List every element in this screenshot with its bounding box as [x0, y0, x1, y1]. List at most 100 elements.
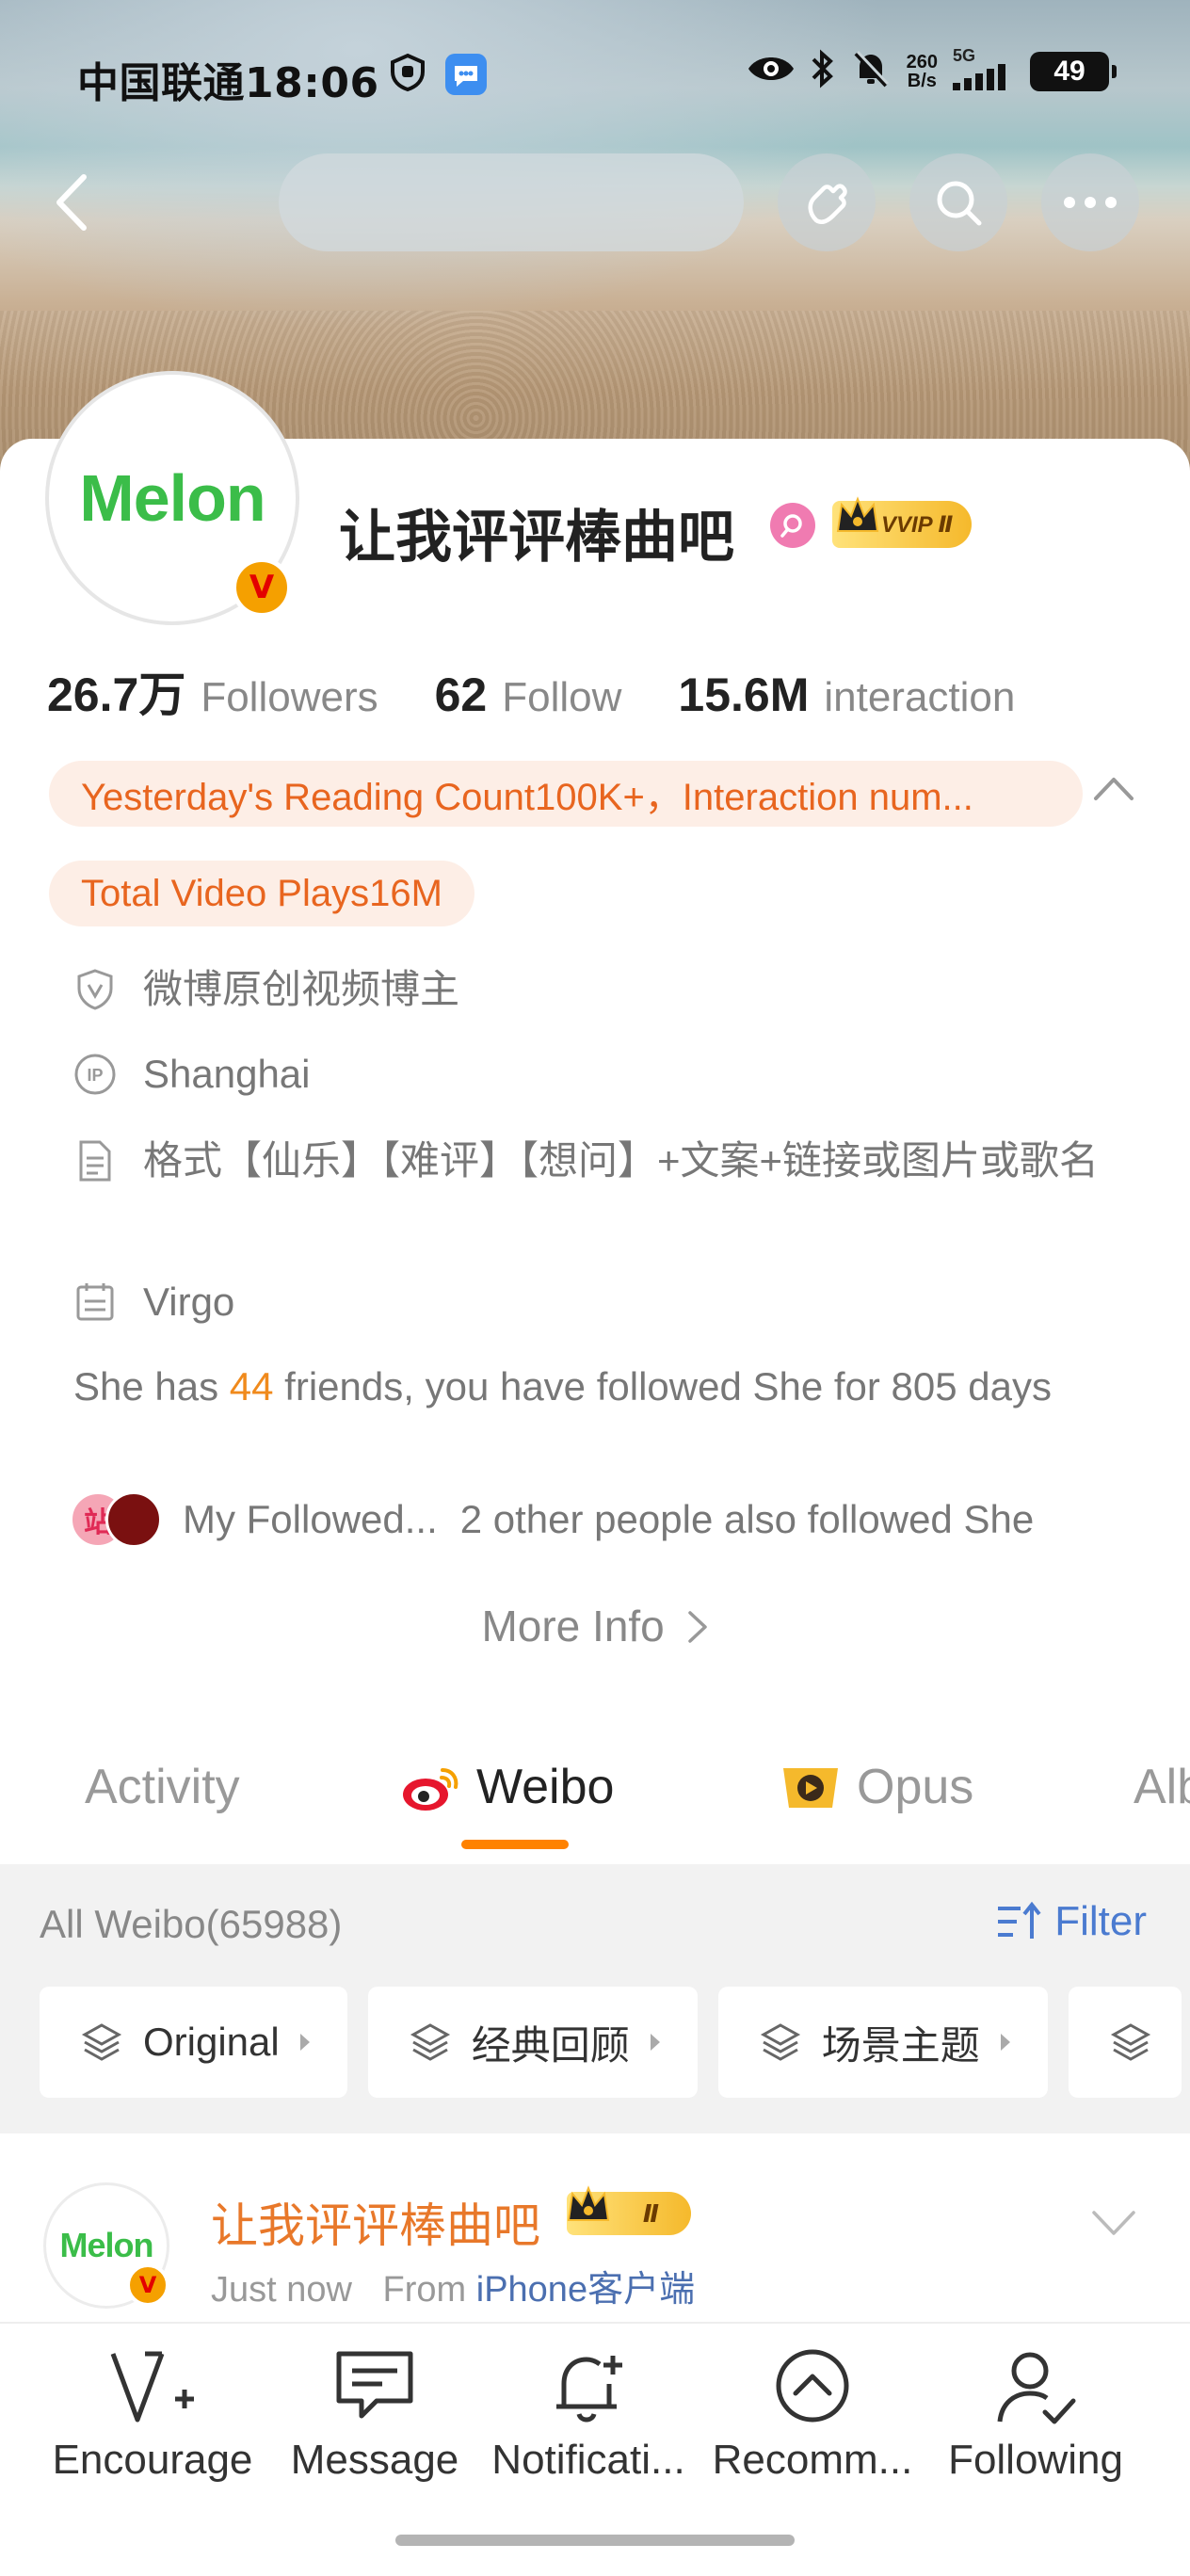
- message-icon: [336, 2351, 413, 2419]
- bottom-nav-label: Message: [290, 2437, 459, 2483]
- ip-row: IP Shanghai: [73, 1047, 1160, 1102]
- calendar-icon: [76, 1283, 114, 1321]
- network-type: 5G: [953, 46, 976, 65]
- mutual-followers-row[interactable]: 站 My Followed... 2 other people also fol…: [70, 1491, 1034, 1548]
- bottom-nav-label: Notificati...: [491, 2437, 685, 2483]
- chip-original[interactable]: Original: [40, 1987, 347, 2098]
- followers-label[interactable]: Followers: [201, 674, 378, 721]
- category-chips: Original 经典回顾 场景主题: [40, 1987, 1182, 2098]
- carrier-time: 中国联通18:06: [77, 59, 379, 107]
- chip-more[interactable]: [1068, 1987, 1182, 2098]
- encourage-icon: [110, 2351, 194, 2423]
- post-from-label: From: [382, 2270, 467, 2310]
- dropdown-arrow-icon: [650, 2034, 660, 2051]
- dropdown-arrow-icon: [299, 2034, 310, 2051]
- bio-text: 格式【仙乐】【难评】【想问】+文案+链接或图片或歌名: [143, 1138, 1100, 1183]
- post-vip-label: Ⅱ: [642, 2198, 659, 2228]
- layers-icon: [410, 2023, 450, 2061]
- net-speed-unit: B/s: [907, 70, 937, 91]
- filter-label: Filter: [1054, 1898, 1147, 1944]
- following-button[interactable]: Following: [932, 2346, 1139, 2484]
- message-button[interactable]: Message: [281, 2346, 469, 2484]
- tab-activity[interactable]: Activity: [85, 1759, 240, 1815]
- zodiac-text: Virgo: [143, 1280, 235, 1324]
- layers-icon: [760, 2023, 800, 2061]
- signal-icon: [953, 64, 1015, 95]
- follow-label[interactable]: Follow: [502, 674, 621, 721]
- video-plays-pill[interactable]: Total Video Plays16M: [49, 861, 474, 926]
- bell-muted-icon: [850, 48, 892, 94]
- friends-suffix: friends, you have followed She for 805 d…: [273, 1364, 1053, 1409]
- notification-button[interactable]: Notificati...: [480, 2346, 697, 2484]
- search-button[interactable]: [909, 153, 1007, 251]
- chip-label: 经典回顾: [471, 2022, 630, 2068]
- chip-classic-review[interactable]: 经典回顾: [367, 1987, 698, 2098]
- friends-line[interactable]: She has 44 friends, you have followed Sh…: [73, 1361, 1128, 1412]
- signal-group: 5G: [953, 47, 1015, 95]
- bio-row: 格式【仙乐】【难评】【想问】+文案+链接或图片或歌名: [73, 1134, 1160, 1188]
- layers-icon: [81, 2023, 122, 2061]
- net-speed-value: 260: [906, 51, 938, 72]
- tab-opus[interactable]: Opus: [778, 1759, 973, 1815]
- weibo-logo-icon: [403, 1768, 458, 1811]
- verified-mark: V: [138, 2272, 157, 2298]
- encourage-button[interactable]: Encourage: [47, 2346, 258, 2484]
- search-bar[interactable]: [279, 153, 744, 251]
- poke-button[interactable]: [778, 153, 876, 251]
- medal-icon[interactable]: [770, 503, 815, 548]
- post-card[interactable]: Melon V 让我评评棒曲吧 Ⅱ Just now From iPhone客户…: [0, 2133, 1190, 2322]
- all-weibo-count: All Weibo(65988): [40, 1902, 343, 1946]
- vvip-badge[interactable]: VVIP Ⅱ: [832, 496, 973, 548]
- stats-row: 26.7万 Followers 62 Follow 15.6M interact…: [47, 657, 1071, 725]
- back-button[interactable]: [38, 169, 104, 235]
- post-vip-badge[interactable]: Ⅱ: [567, 2185, 691, 2235]
- post-options-button[interactable]: [1090, 2209, 1137, 2242]
- dropdown-arrow-icon: [1000, 2034, 1010, 2051]
- crown-icon: [567, 2185, 610, 2221]
- chevron-right-icon: [687, 1611, 707, 1643]
- verified-badge: V: [126, 2263, 169, 2307]
- bluetooth-icon: [811, 48, 835, 94]
- tab-weibo[interactable]: Weibo: [401, 1759, 614, 1815]
- post-source[interactable]: iPhone客户端: [476, 2270, 695, 2310]
- post-author-name[interactable]: 让我评评棒曲吧: [211, 2188, 540, 2256]
- bottom-nav-label: Recomm...: [712, 2437, 913, 2483]
- followers-count[interactable]: 26.7万: [47, 657, 185, 725]
- more-button[interactable]: [1041, 153, 1139, 251]
- collapse-button[interactable]: [1092, 774, 1135, 807]
- chat-bubble-icon: [444, 53, 487, 95]
- interaction-label: interaction: [824, 674, 1016, 720]
- svg-text:IP: IP: [87, 1066, 103, 1085]
- chip-scene-theme[interactable]: 场景主题: [717, 1987, 1048, 2098]
- tab-label: Opus: [857, 1760, 974, 1814]
- home-indicator[interactable]: [395, 2535, 795, 2546]
- filter-button[interactable]: Filter: [996, 1898, 1147, 1945]
- ip-location-icon: IP: [74, 1054, 116, 1095]
- chevron-up-icon: [1094, 778, 1134, 800]
- reading-count-pill[interactable]: Yesterday's Reading Count100K+，Interacti…: [49, 761, 1083, 827]
- follow-count[interactable]: 62: [435, 668, 488, 722]
- battery-indicator: 49: [1030, 51, 1117, 91]
- verification-text: 微博原创视频博主: [143, 967, 460, 1011]
- user-check-icon: [997, 2352, 1076, 2424]
- friends-prefix: She has: [73, 1364, 230, 1409]
- status-bar: 中国联通18:06 260 B/s 5G 49: [0, 0, 1190, 151]
- more-info-link[interactable]: More Info: [0, 1601, 1190, 1651]
- chip-label: 场景主题: [821, 2022, 980, 2068]
- tab-album[interactable]: Alb: [1134, 1759, 1190, 1815]
- profile-tabs: Activity Weibo Opus Alb: [0, 1749, 1190, 1862]
- friends-count[interactable]: 44: [230, 1364, 274, 1409]
- interaction-count: 15.6M: [678, 668, 810, 721]
- mutual-others: 2 other people also followed She: [459, 1497, 1035, 1541]
- bell-add-icon: [556, 2356, 622, 2423]
- filter-icon: [998, 1901, 1041, 1939]
- poke-icon: [808, 184, 847, 225]
- mutual-avatar: [105, 1491, 162, 1548]
- avatar-logo: Melon: [59, 2226, 154, 2264]
- tab-label: Activity: [85, 1760, 240, 1814]
- recommend-button[interactable]: Recomm...: [704, 2346, 921, 2484]
- verified-shield-icon: [77, 969, 113, 1010]
- verification-row: 微博原创视频博主: [73, 962, 1160, 1017]
- chevron-up-circle-icon: [776, 2349, 849, 2423]
- verified-badge: V: [232, 557, 292, 618]
